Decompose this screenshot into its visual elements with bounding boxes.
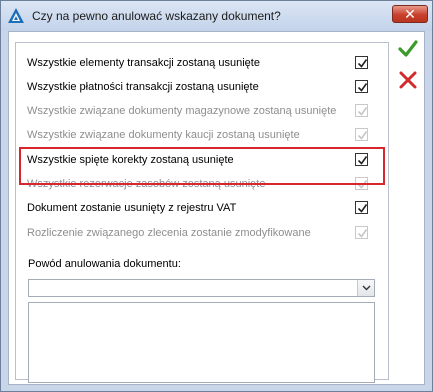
close-button[interactable]: ✕ [392, 5, 428, 23]
dropdown-button[interactable] [357, 280, 374, 296]
reason-dropdown[interactable] [28, 279, 375, 297]
highlight-frame [19, 147, 385, 185]
cancel-button[interactable] [397, 69, 419, 91]
checkmark-icon [357, 131, 368, 140]
option-checkbox[interactable] [355, 56, 368, 69]
app-logo-icon [8, 8, 24, 23]
checkmark-icon [357, 59, 368, 68]
checkmark-icon [398, 40, 418, 57]
option-delete-elements[interactable]: Wszystkie elementy transakcji zostaną us… [27, 55, 377, 73]
dialog-body: Wszystkie elementy transakcji zostaną us… [8, 31, 425, 385]
option-delete-deposit-docs: Wszystkie związane dokumenty kaucji zost… [27, 127, 377, 145]
option-label: Wszystkie elementy transakcji zostaną us… [27, 57, 260, 69]
checkmark-icon [357, 204, 368, 213]
option-delete-warehouse-docs: Wszystkie związane dokumenty magazynowe … [27, 103, 377, 121]
option-label: Wszystkie płatności transakcji zostaną u… [27, 81, 259, 93]
reason-label: Powód anulowania dokumentu: [28, 258, 181, 270]
chevron-down-icon [362, 285, 371, 291]
option-modify-order-settlement: Rozliczenie związanego zlecenia zostanie… [27, 225, 377, 243]
checkmark-icon [357, 229, 368, 238]
option-checkbox [355, 128, 368, 141]
checkmark-icon [357, 107, 368, 116]
option-checkbox [355, 104, 368, 117]
option-delete-payments[interactable]: Wszystkie płatności transakcji zostaną u… [27, 79, 377, 97]
checkmark-icon [357, 83, 368, 92]
confirm-button[interactable] [397, 38, 419, 60]
option-label: Wszystkie związane dokumenty magazynowe … [27, 105, 337, 117]
title-bar: Czy na pewno anulować wskazany dokument?… [1, 1, 432, 31]
options-panel: Wszystkie elementy transakcji zostaną us… [15, 42, 389, 383]
option-label: Rozliczenie związanego zlecenia zostanie… [27, 227, 311, 239]
x-icon [399, 71, 417, 89]
option-checkbox[interactable] [355, 80, 368, 93]
reason-textarea[interactable] [28, 302, 375, 383]
option-checkbox[interactable] [355, 201, 368, 214]
window-title: Czy na pewno anulować wskazany dokument? [32, 9, 281, 23]
option-label: Wszystkie związane dokumenty kaucji zost… [27, 129, 300, 141]
option-remove-from-vat[interactable]: Dokument zostanie usunięty z rejestru VA… [27, 200, 377, 218]
dialog-window: Czy na pewno anulować wskazany dokument?… [0, 0, 433, 392]
option-label: Dokument zostanie usunięty z rejestru VA… [27, 202, 237, 214]
option-checkbox [355, 226, 368, 239]
